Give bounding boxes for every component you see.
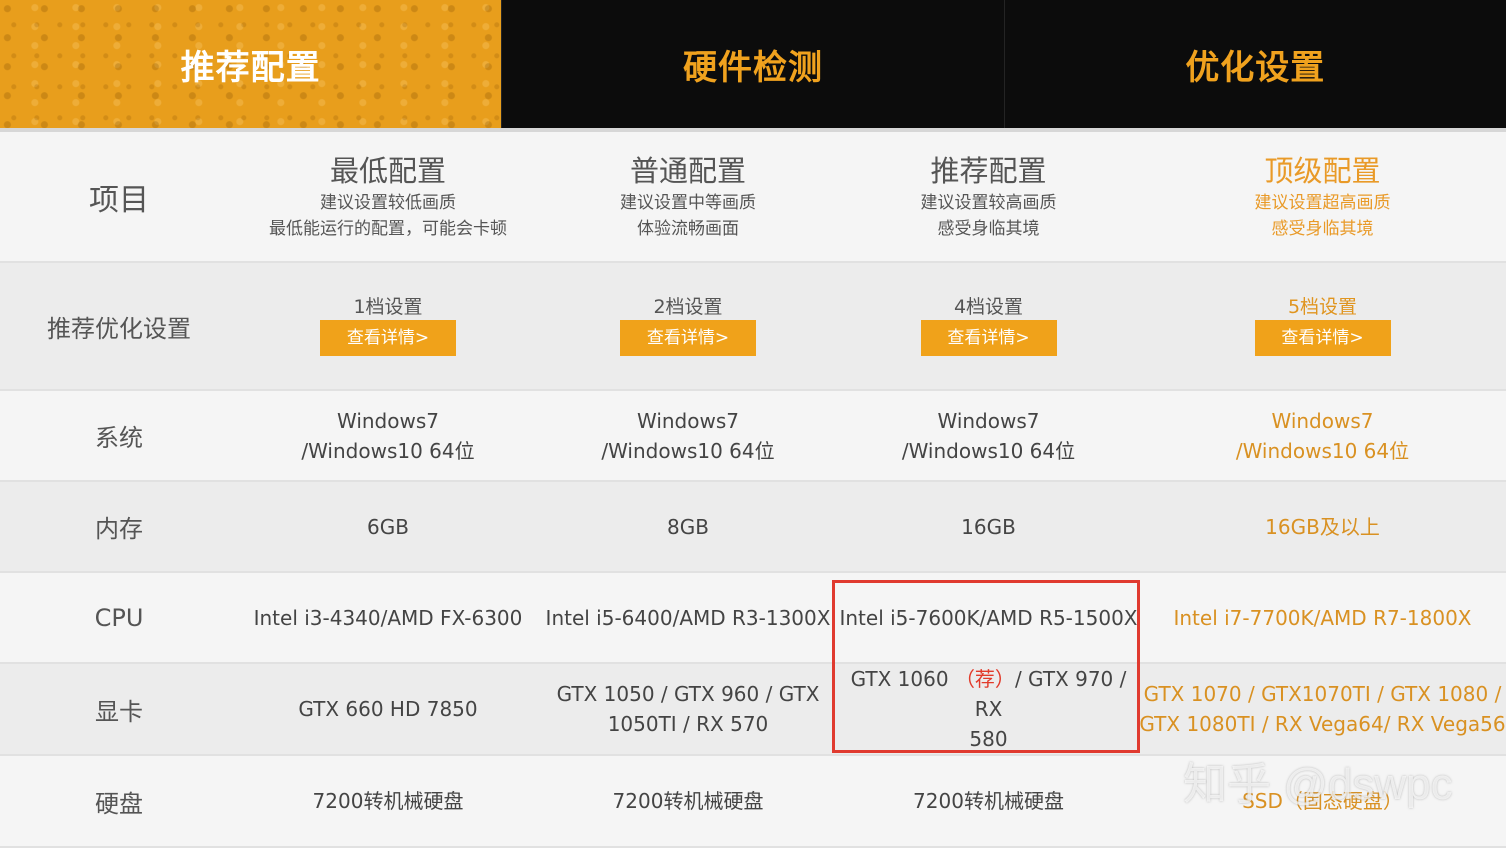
cell-value: 1050TI / RX 570 <box>607 712 769 736</box>
optimize-row: 推荐优化设置 1档设置 查看详情> 2档设置 查看详情> 4档设置 查看详情> … <box>0 262 1506 391</box>
view-details-button[interactable]: 查看详情> <box>1254 320 1391 356</box>
row-label: 显卡 <box>95 697 143 726</box>
header-recommended: 推荐配置 建议设置较高画质 感受身临其境 <box>838 132 1139 263</box>
cell-value: GTX 1060 <box>850 667 949 691</box>
cell-value: /Windows10 64位 <box>301 438 475 463</box>
os-row: 系统 Windows7/Windows10 64位 Windows7/Windo… <box>0 390 1506 482</box>
header-subtitle: 建议设置超高画质 <box>1254 192 1391 213</box>
header-min: 最低配置 建议设置较低画质 最低能运行的配置，可能会卡顿 <box>238 132 538 263</box>
cell-value: 8GB <box>538 481 838 573</box>
cell-value: 16GB及以上 <box>1265 514 1380 539</box>
cell-value: GTX 660 HD 7850 <box>298 697 478 721</box>
header-title: 普通配置 <box>629 153 746 188</box>
cpu-row: CPU Intel i3-4340/AMD FX-6300 Intel i5-6… <box>0 572 1506 664</box>
cell-value: Intel i3-4340/AMD FX-6300 <box>238 572 538 664</box>
tier-label: 5档设置 <box>1287 296 1358 318</box>
tab-optimization-settings[interactable]: 优化设置 <box>1003 0 1506 128</box>
tier-label: 4档设置 <box>953 296 1024 318</box>
cell-value: Windows7 <box>1271 408 1374 433</box>
cell-value: Intel i7-7700K/AMD R7-1800X <box>1173 605 1472 630</box>
row-label: 硬盘 <box>95 789 143 818</box>
tier-label: 1档设置 <box>353 296 423 318</box>
cell-value: 7200转机械硬盘 <box>838 755 1139 848</box>
watermark: 知乎 @dswpc <box>1183 760 1453 809</box>
header-title: 最低配置 <box>329 153 446 188</box>
tier-label: 2档设置 <box>653 296 723 318</box>
cell-value: Windows7 <box>336 408 439 433</box>
tab-recommended-config[interactable]: 推荐配置 <box>0 0 502 128</box>
cell-value: GTX 1070 / GTX1070TI / GTX 1080 / <box>1143 682 1502 706</box>
ram-row: 内存 6GB 8GB 16GB 16GB及以上 <box>0 481 1506 573</box>
header-title: 顶级配置 <box>1264 153 1381 188</box>
view-details-button[interactable]: 查看详情> <box>320 320 456 356</box>
cell-value: 6GB <box>238 481 538 573</box>
header-row: 项目 最低配置 建议设置较低画质 最低能运行的配置，可能会卡顿 普通配置 建议设… <box>0 132 1506 263</box>
cell-value: Windows7 <box>937 408 1040 433</box>
header-title: 推荐配置 <box>930 153 1047 188</box>
header-subtitle: 最低能运行的配置，可能会卡顿 <box>269 218 507 239</box>
cell-value: 16GB <box>838 481 1139 573</box>
row-label: 内存 <box>95 515 143 543</box>
header-subtitle: 感受身临其境 <box>937 218 1040 239</box>
view-details-button[interactable]: 查看详情> <box>620 320 756 356</box>
cell-value: 580 <box>969 727 1008 751</box>
header-top: 顶级配置 建议设置超高画质 感受身临其境 <box>1139 132 1506 263</box>
header-subtitle: 体验流畅画面 <box>637 218 739 239</box>
header-subtitle: 建议设置较低画质 <box>320 192 456 213</box>
cell-value: GTX 1080TI / RX Vega64/ RX Vega56 <box>1139 712 1506 736</box>
cell-value: /Windows10 64位 <box>1235 438 1410 463</box>
cell-value: 7200转机械硬盘 <box>238 755 538 848</box>
cell-value: Intel i5-7600K/AMD R5-1500X <box>838 572 1139 664</box>
header-subtitle: 建议设置中等画质 <box>620 192 756 213</box>
header-normal: 普通配置 建议设置中等画质 体验流畅画面 <box>538 132 838 263</box>
cell-value: /Windows10 64位 <box>901 438 1076 463</box>
cell-value: /Windows10 64位 <box>601 438 775 463</box>
config-table: 项目 最低配置 建议设置较低画质 最低能运行的配置，可能会卡顿 普通配置 建议设… <box>0 132 1506 848</box>
header-subtitle: 建议设置较高画质 <box>920 192 1057 213</box>
cell-value: GTX 1050 / GTX 960 / GTX <box>556 682 820 706</box>
row-label: CPU <box>94 603 144 632</box>
view-details-button[interactable]: 查看详情> <box>920 320 1057 356</box>
cell-value: Windows7 <box>636 408 739 433</box>
recommended-tag: （荐） <box>954 667 1015 691</box>
tab-hardware-check[interactable]: 硬件检测 <box>501 0 1003 128</box>
row-label: 推荐优化设置 <box>47 314 191 343</box>
row-label: 系统 <box>95 424 143 452</box>
cell-value: Intel i5-6400/AMD R3-1300X <box>538 572 838 664</box>
header-subtitle: 感受身临其境 <box>1271 218 1374 239</box>
gpu-row: 显卡 GTX 660 HD 7850 GTX 1050 / GTX 960 / … <box>0 663 1506 756</box>
top-tab-bar: 推荐配置 硬件检测 优化设置 <box>0 0 1506 128</box>
item-label: 项目 <box>89 182 149 218</box>
cell-value: 7200转机械硬盘 <box>538 755 838 848</box>
